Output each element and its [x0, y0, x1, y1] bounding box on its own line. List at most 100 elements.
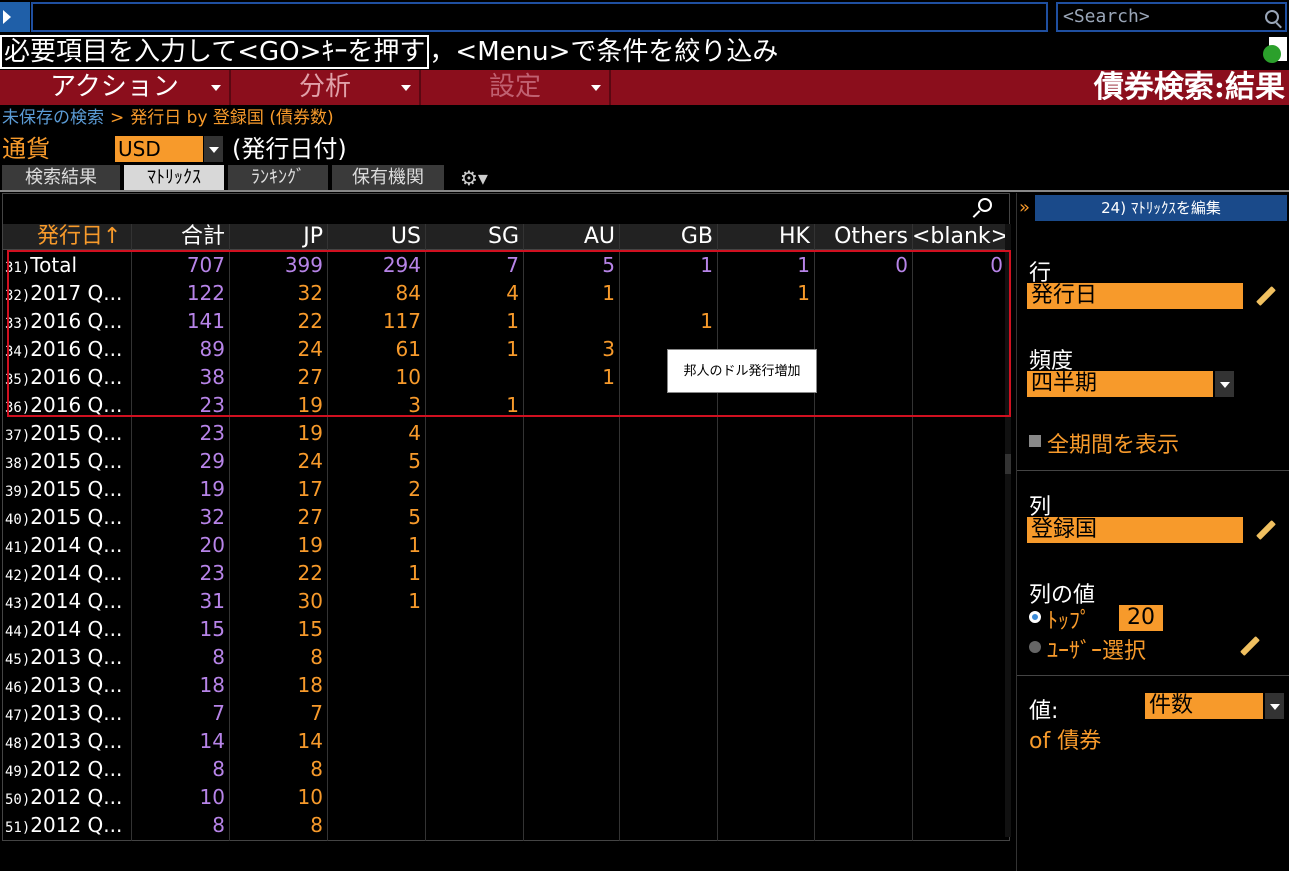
table-cell[interactable] [425, 727, 523, 755]
chevron-down-icon[interactable] [1214, 371, 1234, 397]
table-cell[interactable]: 4 [327, 419, 425, 447]
table-cell[interactable]: 294 [327, 251, 425, 279]
table-cell[interactable]: 27 [229, 503, 327, 531]
table-cell[interactable] [425, 755, 523, 783]
table-row[interactable]: 36)2016 Q... 23 19 3 1 [3, 391, 1007, 419]
row-label[interactable]: 37)2015 Q... [3, 419, 131, 447]
table-row[interactable]: 45)2013 Q... 8 8 [3, 643, 1007, 671]
table-cell[interactable] [912, 447, 1007, 475]
table-row[interactable]: 51)2012 Q... 8 8 [3, 811, 1007, 839]
table-cell[interactable]: 8 [229, 755, 327, 783]
row-label[interactable]: 41)2014 Q... [3, 531, 131, 559]
table-cell[interactable]: 23 [131, 391, 229, 419]
table-cell[interactable] [717, 615, 814, 643]
menu-analysis[interactable]: 分析 [231, 70, 421, 105]
table-cell[interactable] [912, 587, 1007, 615]
table-cell[interactable]: 17 [229, 475, 327, 503]
table-cell[interactable]: 31 [131, 587, 229, 615]
row-label[interactable]: 36)2016 Q... [3, 391, 131, 419]
table-cell[interactable] [814, 475, 912, 503]
table-cell[interactable] [523, 755, 619, 783]
table-cell[interactable]: 141 [131, 307, 229, 335]
table-cell[interactable] [619, 559, 717, 587]
row-label[interactable]: 45)2013 Q... [3, 643, 131, 671]
row-label[interactable]: 40)2015 Q... [3, 503, 131, 531]
command-tab[interactable] [0, 2, 30, 32]
table-cell[interactable] [619, 391, 717, 419]
column-header[interactable]: US [327, 224, 425, 250]
table-cell[interactable] [814, 447, 912, 475]
table-cell[interactable]: 5 [523, 251, 619, 279]
table-cell[interactable] [912, 279, 1007, 307]
pencil-icon[interactable] [1253, 283, 1279, 309]
table-cell[interactable] [717, 419, 814, 447]
table-cell[interactable] [619, 531, 717, 559]
table-cell[interactable] [814, 363, 912, 391]
table-row[interactable]: 48)2013 Q... 14 14 [3, 727, 1007, 755]
table-cell[interactable]: 1 [523, 363, 619, 391]
breadcrumb-link[interactable]: 未保存の検索 [2, 108, 104, 128]
table-row[interactable]: 42)2014 Q... 23 22 1 [3, 559, 1007, 587]
table-cell[interactable]: 18 [229, 671, 327, 699]
table-cell[interactable] [523, 559, 619, 587]
export-icon[interactable] [1259, 37, 1287, 67]
table-cell[interactable]: 5 [327, 503, 425, 531]
table-cell[interactable]: 19 [229, 391, 327, 419]
table-cell[interactable] [814, 671, 912, 699]
table-cell[interactable]: 8 [131, 643, 229, 671]
table-cell[interactable] [327, 671, 425, 699]
table-cell[interactable] [619, 811, 717, 839]
column-header[interactable]: JP [229, 224, 327, 250]
table-cell[interactable]: 14 [229, 727, 327, 755]
table-cell[interactable] [912, 783, 1007, 811]
table-cell[interactable]: 3 [327, 391, 425, 419]
row-label[interactable]: 31)Total [3, 251, 131, 279]
table-cell[interactable]: 0 [814, 251, 912, 279]
table-row[interactable]: 32)2017 Q... 122 32 84 4 1 1 [3, 279, 1007, 307]
table-cell[interactable] [619, 587, 717, 615]
table-cell[interactable] [619, 615, 717, 643]
table-cell[interactable] [425, 699, 523, 727]
table-cell[interactable]: 1 [717, 251, 814, 279]
table-cell[interactable] [717, 475, 814, 503]
chevron-down-icon[interactable] [1264, 693, 1284, 719]
table-cell[interactable]: 1 [327, 531, 425, 559]
currency-select[interactable]: USD [115, 136, 223, 162]
row-label[interactable]: 48)2013 Q... [3, 727, 131, 755]
table-cell[interactable]: 27 [229, 363, 327, 391]
table-cell[interactable] [327, 811, 425, 839]
table-row[interactable]: 34)2016 Q... 89 24 61 1 3 [3, 335, 1007, 363]
table-cell[interactable] [523, 531, 619, 559]
table-cell[interactable]: 1 [327, 587, 425, 615]
table-cell[interactable] [814, 391, 912, 419]
table-cell[interactable] [717, 391, 814, 419]
table-cell[interactable]: 399 [229, 251, 327, 279]
table-cell[interactable] [912, 307, 1007, 335]
table-cell[interactable]: 1 [425, 307, 523, 335]
table-cell[interactable] [327, 615, 425, 643]
pencil-icon[interactable] [1237, 633, 1263, 659]
table-cell[interactable] [717, 447, 814, 475]
table-cell[interactable] [814, 615, 912, 643]
column-header[interactable]: <blank> [912, 224, 1009, 250]
table-cell[interactable]: 10 [327, 363, 425, 391]
table-cell[interactable] [425, 811, 523, 839]
table-cell[interactable]: 8 [229, 811, 327, 839]
table-cell[interactable] [717, 643, 814, 671]
table-cell[interactable] [619, 783, 717, 811]
user-select-radio[interactable] [1029, 641, 1041, 653]
table-cell[interactable]: 122 [131, 279, 229, 307]
table-cell[interactable]: 30 [229, 587, 327, 615]
table-cell[interactable] [327, 643, 425, 671]
table-cell[interactable] [814, 727, 912, 755]
table-cell[interactable] [523, 391, 619, 419]
tab-matrix[interactable]: ﾏﾄﾘｯｸｽ [124, 165, 224, 192]
table-cell[interactable] [717, 531, 814, 559]
row-label[interactable]: 35)2016 Q... [3, 363, 131, 391]
top-count-input[interactable]: 20 [1119, 605, 1163, 631]
table-cell[interactable] [523, 783, 619, 811]
pencil-icon[interactable] [1253, 517, 1279, 543]
table-cell[interactable] [717, 503, 814, 531]
table-cell[interactable]: 20 [131, 531, 229, 559]
table-cell[interactable] [912, 475, 1007, 503]
